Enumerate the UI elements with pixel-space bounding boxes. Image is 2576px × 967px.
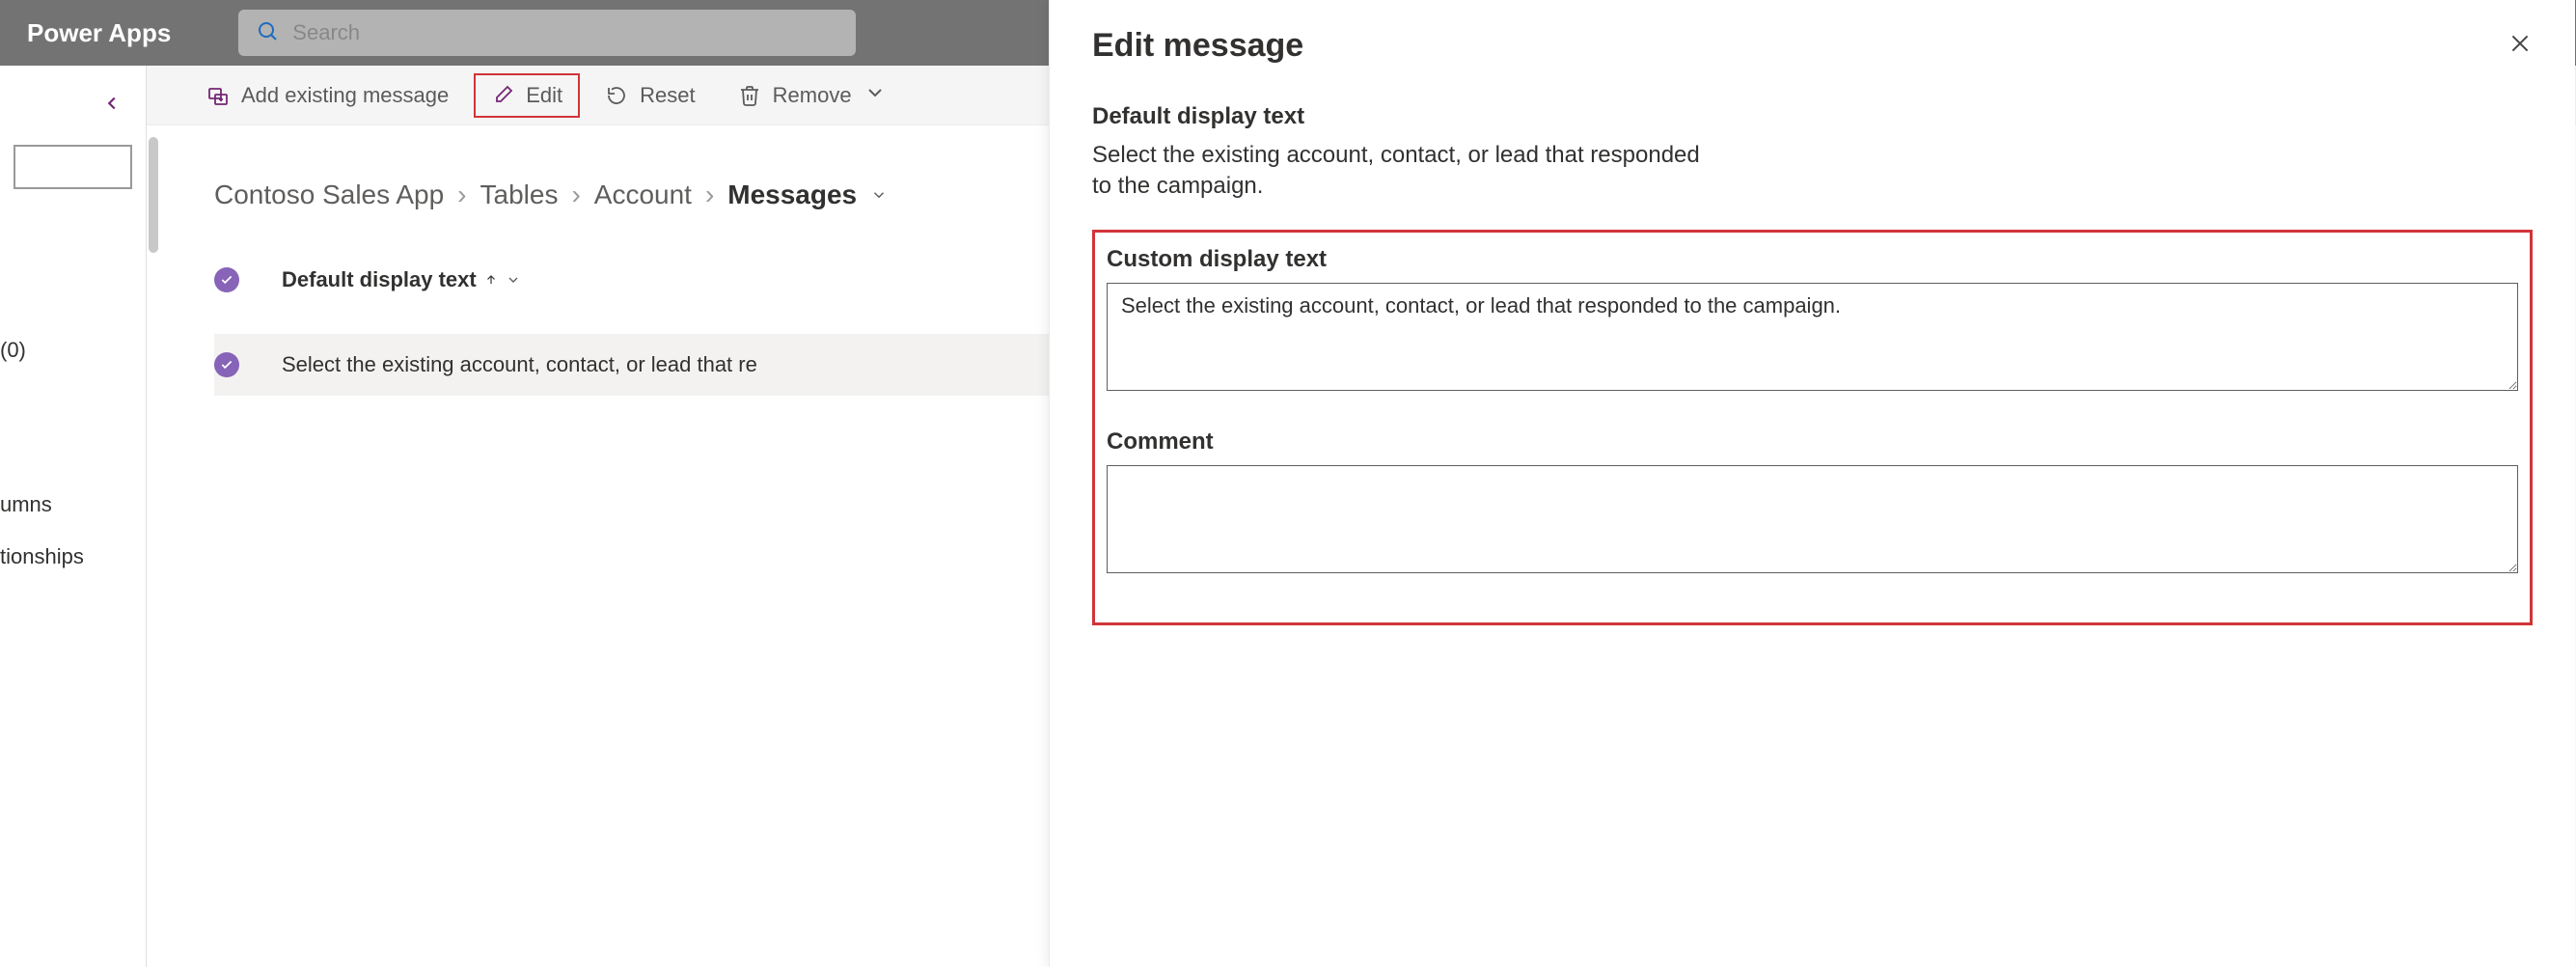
reset-button[interactable]: Reset: [588, 73, 712, 118]
crumb-entity[interactable]: Account: [594, 180, 692, 210]
close-button[interactable]: [2507, 31, 2533, 61]
crumb-tables[interactable]: Tables: [480, 180, 559, 210]
chevron-down-icon: [863, 81, 887, 110]
crumb-app[interactable]: Contoso Sales App: [214, 180, 444, 210]
field-label: Custom display text: [1107, 246, 2518, 273]
panel-title: Edit message: [1092, 27, 1303, 65]
nav-item-relationships[interactable]: tionships: [0, 531, 146, 583]
nav-count: (0): [0, 324, 146, 479]
chevron-down-icon[interactable]: [870, 186, 888, 204]
back-button[interactable]: [0, 83, 146, 145]
remove-button[interactable]: Remove: [721, 71, 904, 120]
global-search[interactable]: [238, 10, 856, 56]
add-existing-message-button[interactable]: Add existing message: [189, 73, 466, 118]
edit-button[interactable]: Edit: [474, 73, 580, 118]
custom-display-text-input[interactable]: [1107, 283, 2518, 391]
search-icon: [256, 19, 279, 47]
reset-label: Reset: [640, 83, 695, 108]
default-display-text-field: Default display text Select the existing…: [1092, 103, 2533, 203]
left-nav: (0) umns tionships: [0, 66, 147, 967]
chevron-right-icon: ›: [705, 180, 714, 210]
sort-asc-icon: [484, 273, 498, 287]
crumb-section: Messages: [727, 180, 857, 210]
app-brand: Power Apps: [27, 18, 171, 48]
field-label: Default display text: [1092, 103, 2533, 130]
chevron-right-icon: ›: [457, 180, 466, 210]
field-value: Select the existing account, contact, or…: [1092, 140, 1710, 203]
check-icon: [214, 267, 239, 292]
nav-search-box[interactable]: [14, 145, 132, 189]
add-existing-label: Add existing message: [241, 83, 449, 108]
comment-input[interactable]: [1107, 465, 2518, 573]
column-label: Default display text: [282, 267, 477, 292]
comment-field: Comment: [1107, 428, 2518, 578]
check-icon: [214, 352, 239, 377]
custom-display-text-field: Custom display text: [1107, 246, 2518, 396]
scrollbar[interactable]: [149, 137, 158, 253]
select-all-toggle[interactable]: [214, 267, 282, 292]
nav-item-columns[interactable]: umns: [0, 479, 146, 531]
remove-label: Remove: [773, 83, 852, 108]
search-input[interactable]: [292, 20, 838, 45]
row-select[interactable]: [214, 352, 282, 377]
chevron-down-icon: [506, 272, 521, 288]
edit-message-panel: Edit message Default display text Select…: [1049, 0, 2575, 967]
edit-label: Edit: [526, 83, 562, 108]
chevron-right-icon: ›: [571, 180, 580, 210]
field-label: Comment: [1107, 428, 2518, 456]
editable-fields-highlight: Custom display text Comment: [1092, 230, 2533, 625]
